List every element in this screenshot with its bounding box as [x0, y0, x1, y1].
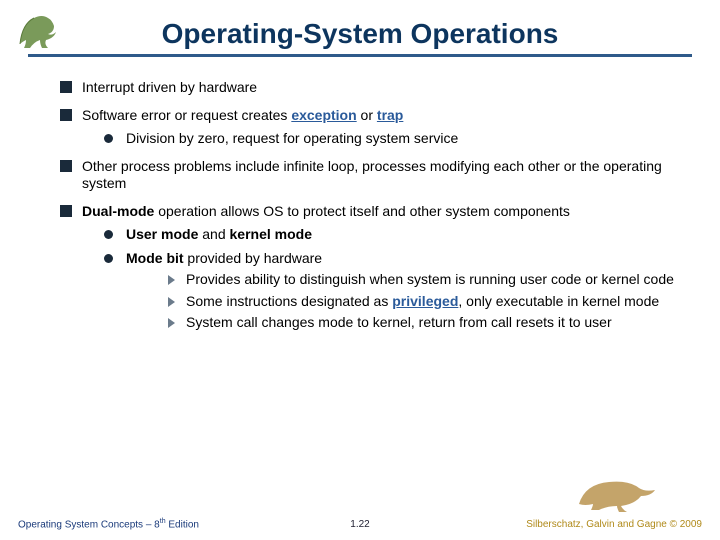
- bullet-l3: Provides ability to distinguish when sys…: [168, 271, 690, 289]
- bullet-l1: Other process problems include infinite …: [60, 158, 690, 193]
- keyword-mode-bit: Mode bit: [126, 250, 184, 266]
- text: Provides ability to distinguish when sys…: [186, 271, 674, 287]
- keyword-trap: trap: [377, 107, 403, 123]
- text: Some instructions designated as: [186, 293, 392, 309]
- text: or: [357, 107, 377, 123]
- bullet-l3: System call changes mode to kernel, retu…: [168, 314, 690, 332]
- slide: Operating-System Operations Interrupt dr…: [0, 0, 720, 540]
- keyword-kernel-mode: kernel mode: [230, 226, 312, 242]
- footer-credits: Silberschatz, Galvin and Gagne © 2009: [526, 519, 702, 530]
- keyword-user-mode: User mode: [126, 226, 198, 242]
- slide-body: Interrupt driven by hardware Software er…: [0, 57, 720, 332]
- text: Software error or request creates: [82, 107, 291, 123]
- header: Operating-System Operations: [0, 0, 720, 57]
- title-underline: [28, 54, 692, 57]
- dinosaur-icon-top: [14, 6, 74, 50]
- dinosaur-icon-bottom: [575, 472, 660, 512]
- text: operation allows OS to protect itself an…: [154, 203, 570, 219]
- bullet-l2: User mode and kernel mode: [104, 226, 690, 244]
- text: provided by hardware: [184, 250, 323, 266]
- text: , only executable in kernel mode: [458, 293, 659, 309]
- text: System call changes mode to kernel, retu…: [186, 314, 612, 330]
- text: Other process problems include infinite …: [82, 158, 662, 192]
- bullet-l3: Some instructions designated as privileg…: [168, 293, 690, 311]
- bullet-l1: Dual-mode operation allows OS to protect…: [60, 203, 690, 332]
- keyword-dual-mode: Dual-mode: [82, 203, 154, 219]
- text: Interrupt driven by hardware: [82, 79, 257, 95]
- bullet-l1: Interrupt driven by hardware: [60, 79, 690, 97]
- bullet-l2: Division by zero, request for operating …: [104, 130, 690, 148]
- text: Division by zero, request for operating …: [126, 130, 458, 146]
- bullet-l1: Software error or request creates except…: [60, 107, 690, 148]
- bullet-l2: Mode bit provided by hardware Provides a…: [104, 250, 690, 332]
- text: and: [198, 226, 229, 242]
- keyword-exception: exception: [291, 107, 356, 123]
- keyword-privileged: privileged: [392, 293, 458, 309]
- slide-title: Operating-System Operations: [0, 18, 720, 50]
